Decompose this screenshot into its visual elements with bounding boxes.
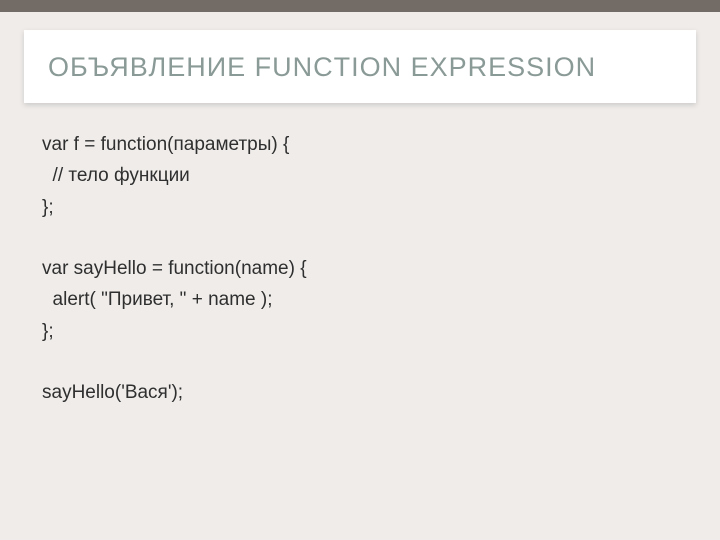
code-line: alert( "Привет, " + name ); <box>42 284 678 315</box>
blank-line <box>42 347 678 377</box>
slide-title: ОБЪЯВЛЕНИЕ FUNCTION EXPRESSION <box>48 52 672 83</box>
slide: ОБЪЯВЛЕНИЕ FUNCTION EXPRESSION var f = f… <box>0 0 720 540</box>
code-line: sayHello('Вася'); <box>42 377 678 408</box>
code-line: var f = function(параметры) { <box>42 129 678 160</box>
blank-line <box>42 223 678 253</box>
code-line: var sayHello = function(name) { <box>42 253 678 284</box>
code-line: }; <box>42 192 678 223</box>
title-card: ОБЪЯВЛЕНИЕ FUNCTION EXPRESSION <box>24 30 696 103</box>
code-line: }; <box>42 316 678 347</box>
code-line: // тело функции <box>42 160 678 191</box>
slide-body: var f = function(параметры) { // тело фу… <box>0 103 720 408</box>
